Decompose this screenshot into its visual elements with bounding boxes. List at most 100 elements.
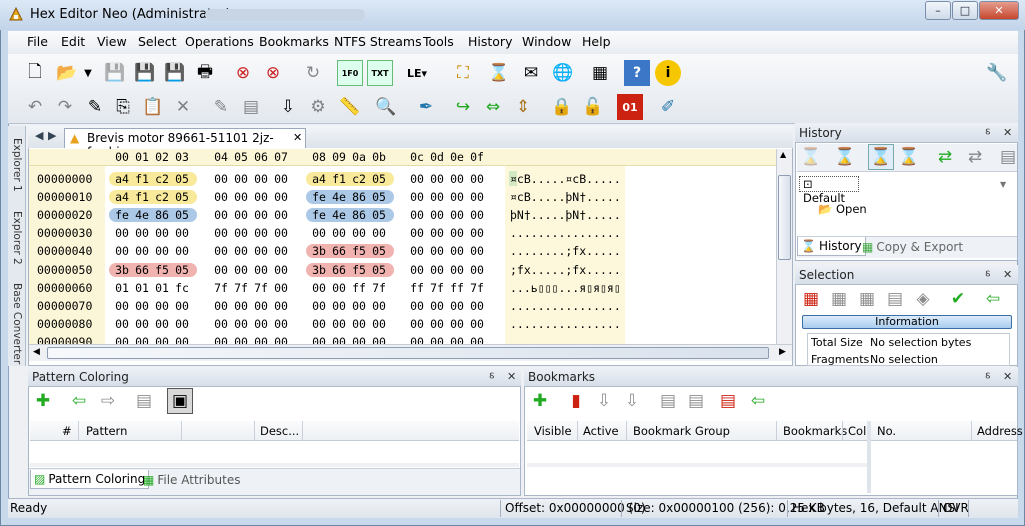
bookmark-col-group[interactable]: Bookmark Group <box>633 424 730 438</box>
hex-byte[interactable]: 86 <box>348 208 370 222</box>
ruler-icon[interactable]: 📏 <box>337 94 363 120</box>
hex-byte[interactable]: f5 <box>151 263 173 277</box>
hex-byte[interactable]: 00 <box>348 317 370 331</box>
pattern-pin-icon[interactable]: ⸹ <box>489 370 495 385</box>
hex-byte[interactable]: 00 <box>270 244 292 258</box>
vertical-scroll-thumb[interactable] <box>778 175 791 260</box>
select-block-icon[interactable]: ⇔ <box>480 94 506 120</box>
pattern-close-icon[interactable]: ✕ <box>507 370 516 383</box>
hex-byte[interactable]: f1 <box>328 172 350 186</box>
hex-byte[interactable]: 00 <box>426 244 448 258</box>
hex-byte[interactable]: 7f <box>250 281 272 295</box>
hex-byte[interactable]: 00 <box>230 263 252 277</box>
bookmark-col-address[interactable]: Address <box>977 424 1023 438</box>
hex-byte[interactable]: 01 <box>111 281 133 295</box>
hex-byte[interactable]: 00 <box>308 299 330 313</box>
hex-byte[interactable]: c2 <box>348 172 370 186</box>
settings-tools-icon[interactable]: 🔧 <box>984 60 1010 86</box>
hex-byte[interactable]: 66 <box>328 263 350 277</box>
hex-byte[interactable]: 05 <box>368 172 390 186</box>
selection-tool-7-icon[interactable]: ⇦ <box>980 286 1006 312</box>
scroll-right-icon[interactable]: ▶ <box>779 347 786 357</box>
hex-byte[interactable]: 00 <box>151 299 173 313</box>
hex-byte[interactable]: 00 <box>131 226 153 240</box>
hex-byte[interactable]: 00 <box>270 281 292 295</box>
bookmark-col-color[interactable]: Col <box>848 424 866 438</box>
file-tab[interactable]: ▲ Brevis motor 89661-51101 2jz-fse.bin ✕ <box>64 128 306 159</box>
hex-byte[interactable]: c2 <box>151 172 173 186</box>
paste-icon[interactable]: 📋 <box>140 94 166 120</box>
hex-byte[interactable]: 00 <box>270 263 292 277</box>
save-as-icon[interactable]: 💾 <box>132 60 158 86</box>
hex-byte[interactable]: 00 <box>210 299 232 313</box>
file-attributes-tab[interactable]: ▦ File Attributes <box>140 470 243 489</box>
hex-byte[interactable]: 00 <box>446 172 468 186</box>
bookmark-col-no[interactable]: No. <box>877 424 896 438</box>
save-all-icon[interactable]: 💾 <box>162 60 188 86</box>
hex-byte[interactable]: 4e <box>328 208 350 222</box>
tab-scroll-right-icon[interactable]: ▶ <box>48 129 56 142</box>
hex-byte[interactable]: 00 <box>230 190 252 204</box>
hex-byte[interactable]: 00 <box>426 208 448 222</box>
menu-file[interactable]: File <box>27 34 48 49</box>
hex-byte[interactable]: 7f <box>368 281 390 295</box>
hex-byte[interactable]: 00 <box>210 226 232 240</box>
file-tab-close-icon[interactable]: ✕ <box>293 131 302 144</box>
hex-byte[interactable]: 00 <box>406 244 428 258</box>
hex-byte[interactable]: 00 <box>446 299 468 313</box>
insert-icon[interactable]: ⇩ <box>275 94 301 120</box>
pattern-export-icon[interactable]: ⇨ <box>95 388 121 414</box>
hex-byte[interactable]: 00 <box>270 226 292 240</box>
help-icon[interactable]: ? <box>624 60 650 86</box>
hex-byte[interactable]: 05 <box>368 244 390 258</box>
hex-byte[interactable]: 00 <box>368 317 390 331</box>
hex-byte[interactable]: fe <box>111 208 133 222</box>
ascii-text[interactable]: ¤cB.....¤cB..... <box>510 172 621 186</box>
hex-byte[interactable]: 4e <box>328 190 350 204</box>
hex-byte[interactable]: 00 <box>270 172 292 186</box>
hex-byte[interactable]: 00 <box>250 226 272 240</box>
ascii-text[interactable]: þN†.....þN†..... <box>510 208 621 222</box>
hex-byte[interactable]: 00 <box>131 244 153 258</box>
bookmark-col-active[interactable]: Active <box>583 424 619 438</box>
hex-byte[interactable]: 66 <box>131 263 153 277</box>
hex-byte[interactable]: 00 <box>406 317 428 331</box>
base-converter-tab[interactable]: Base Converter <box>8 276 26 372</box>
hex-byte[interactable]: 01 <box>151 281 173 295</box>
close-button[interactable]: ✕ <box>979 1 1019 20</box>
bookmark-tool-7-icon[interactable]: ▤ <box>715 388 741 414</box>
hex-byte[interactable]: fc <box>171 281 193 295</box>
hex-byte[interactable]: 00 <box>151 226 173 240</box>
undo-icon[interactable]: ↶ <box>22 94 48 120</box>
hex-byte[interactable]: 00 <box>406 190 428 204</box>
hex-byte[interactable]: 00 <box>250 190 272 204</box>
open-file-icon[interactable]: 📂 <box>54 60 80 86</box>
hex-byte[interactable]: 00 <box>171 226 193 240</box>
hex-byte[interactable]: 00 <box>446 263 468 277</box>
hex-byte[interactable]: 00 <box>426 190 448 204</box>
hex-byte[interactable]: 00 <box>406 263 428 277</box>
copy-export-tab[interactable]: ▦ Copy & Export <box>859 237 966 256</box>
email-icon[interactable]: ✉ <box>518 60 544 86</box>
open-dropdown-icon[interactable]: ▼ <box>82 60 94 86</box>
web-icon[interactable]: 🌐 <box>550 60 576 86</box>
hex-byte[interactable]: 05 <box>368 263 390 277</box>
hex-byte[interactable]: 00 <box>446 244 468 258</box>
hex-byte[interactable]: 00 <box>111 317 133 331</box>
tab-scroll-left-icon[interactable]: ◀ <box>35 129 43 142</box>
hex-byte[interactable]: 00 <box>308 281 330 295</box>
explorer1-tab[interactable]: Explorer 1 <box>8 130 26 200</box>
hex-byte[interactable]: fe <box>308 190 330 204</box>
bookmark-remove-icon[interactable]: ▮ <box>563 388 589 414</box>
hex-byte[interactable]: 00 <box>426 172 448 186</box>
format-1f0-icon[interactable]: 1F0 <box>337 60 363 86</box>
menu-bookmarks[interactable]: Bookmarks <box>259 34 329 49</box>
hex-byte[interactable]: 00 <box>348 299 370 313</box>
menu-help[interactable]: Help <box>582 34 611 49</box>
history-tool-4-icon[interactable]: ⌛ <box>896 144 922 170</box>
bookmark-tool-3-icon[interactable]: ⇩ <box>591 388 617 414</box>
hex-byte[interactable]: 00 <box>270 190 292 204</box>
hex-byte[interactable]: a4 <box>111 172 133 186</box>
hex-byte[interactable]: 00 <box>446 317 468 331</box>
calculator-icon[interactable]: ▦ <box>587 60 613 86</box>
